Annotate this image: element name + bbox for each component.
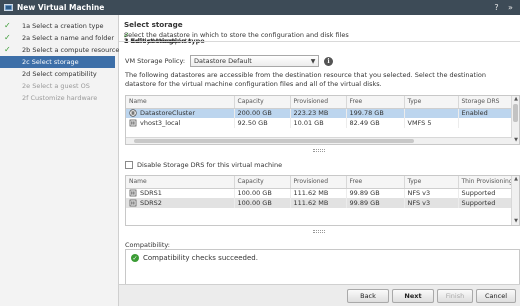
disable-storage-drs-row[interactable]: Disable Storage DRS for this virtual mac… [125,161,282,169]
datastore-name: SDRS2 [140,199,162,207]
vm-icon [4,4,13,11]
step-select-compute-resource[interactable]: ✓ 2b Select a compute resource [0,44,119,56]
column-header-free[interactable]: Free [346,96,405,109]
column-header-thin-provisioning[interactable]: Thin Provisioning [458,176,513,189]
window-title: New Virtual Machine [17,3,105,12]
column-header-free[interactable]: Free [346,176,405,189]
column-header-name[interactable]: Name [126,96,235,109]
datastore-thin-provisioning: Supported [458,198,513,208]
storage-policy-dropdown[interactable]: Datastore Default ▼ [190,55,320,67]
datastore-drs: Enabled [458,108,513,118]
table-row[interactable]: SDRS1 100.00 GB 111.62 MB 99.89 GB NFS v… [126,188,513,198]
column-header-provisioned[interactable]: Provisioned [290,96,347,109]
back-button[interactable]: Back [347,289,389,303]
step-select-compatibility[interactable]: 2d Select compatibility [0,68,118,80]
datastore-cluster-icon [129,109,137,117]
storage-policy-row: VM Storage Policy: Datastore Default ▼ i [125,55,334,67]
horizontal-scrollbar[interactable] [126,137,512,144]
compatibility-label: Compatibility: [125,241,170,249]
datastore-drs [458,118,513,128]
wizard-footer: Back Next Finish Cancel [119,284,520,306]
step-select-a-creation-type[interactable]: ✓ 1a Select a creation type [0,20,118,32]
datastore-table: Name Capacity Provisioned Free Type Stor… [125,95,520,145]
column-header-storage-drs[interactable]: Storage DRS [458,96,513,109]
datastore-icon [129,189,137,197]
checkmark-icon: ✓ [4,45,11,54]
cancel-button[interactable]: Cancel [476,289,516,303]
step-select-guest-os: 2e Select a guest OS [22,82,90,90]
datastore-provisioned: 223.23 MB [290,108,347,118]
datastore-provisioned: 10.01 GB [290,118,347,128]
window-titlebar: New Virtual Machine ? » [0,0,520,15]
info-icon[interactable]: i [324,56,334,66]
disable-storage-drs-checkbox[interactable] [125,161,133,169]
scroll-down-icon[interactable]: ▼ [512,137,519,144]
datastore-icon [129,119,137,127]
splitter-grip[interactable] [313,149,325,152]
step-select-storage[interactable]: 2c Select storage [0,56,115,68]
column-header-type[interactable]: Type [404,96,459,109]
datastore-free: 82.49 GB [346,118,405,128]
compatibility-message: Compatibility checks succeeded. [143,254,258,262]
column-header-provisioned[interactable]: Provisioned [290,176,347,189]
step-customize-hardware: 2f Customize hardware [22,94,98,102]
datastore-provisioned: 111.62 MB [290,198,347,208]
step-select-name-and-folder[interactable]: ✓ 2a Select a name and folder [0,32,118,44]
datastore-free: 99.89 GB [346,188,405,198]
datastore-capacity: 92.50 GB [234,118,291,128]
column-header-capacity[interactable]: Capacity [234,96,291,109]
datastore-capacity: 200.00 GB [234,108,291,118]
table-row[interactable]: SDRS2 100.00 GB 111.62 MB 99.89 GB NFS v… [126,198,513,208]
scroll-down-icon[interactable]: ▼ [512,218,519,225]
column-header-type[interactable]: Type [404,176,459,189]
column-header-name[interactable]: Name [126,176,235,189]
scroll-up-icon[interactable]: ▲ [512,96,519,103]
help-icon[interactable]: ? [491,2,502,13]
datastore-info-text: The following datastores are accessible … [125,71,486,88]
datastore-type [404,108,459,118]
vertical-scrollbar[interactable]: ▲ ▼ [511,96,519,144]
datastore-name: SDRS1 [140,189,162,198]
storage-policy-value: Datastore Default [194,57,252,65]
datastore-free: 199.78 GB [346,108,405,118]
datastore-icon [129,199,137,207]
column-header-capacity[interactable]: Capacity [234,176,291,189]
checkmark-icon: ✓ [4,21,11,30]
disable-storage-drs-label: Disable Storage DRS for this virtual mac… [137,161,283,169]
main-panel: Select storage Select the datastore in w… [119,15,520,295]
wizard-steps-sidebar: ✓ 1 Select creation type ✓ 1a Select a cre… [0,15,205,306]
table-row[interactable]: vhost3_local 92.50 GB 10.01 GB 82.49 GB … [126,118,513,128]
datastore-capacity: 100.00 GB [234,188,291,198]
datastore-free: 99.89 GB [346,198,405,208]
vertical-scrollbar[interactable]: ▲ ▼ [511,176,519,225]
cluster-datastore-table: Name Capacity Provisioned Free Type Thin… [125,175,520,226]
datastore-provisioned: 111.62 MB [290,188,347,198]
datastore-thin-provisioning: Supported [458,188,513,198]
scroll-up-icon[interactable]: ▲ [512,176,519,183]
table-row[interactable]: DatastoreCluster 200.00 GB 223.23 MB 199… [126,108,513,118]
check-circle-icon: ✓ [131,254,139,262]
chevron-down-icon: ▼ [310,57,316,65]
finish-button: Finish [437,289,473,303]
datastore-type: NFS v3 [404,198,459,208]
page-description: Select the datastore in which to store t… [124,31,349,39]
datastore-name: vhost3_local [140,119,181,127]
datastore-type: NFS v3 [404,188,459,198]
storage-policy-label: VM Storage Policy: [125,57,186,65]
header-divider [119,41,520,42]
expand-icon[interactable]: » [505,2,516,13]
scroll-thumb[interactable] [513,104,518,122]
datastore-capacity: 100.00 GB [234,198,291,208]
datastore-name: DatastoreCluster [140,109,196,118]
next-button[interactable]: Next [392,289,434,303]
scroll-thumb[interactable] [134,139,414,143]
page-title: Select storage [124,20,183,29]
checkmark-icon: ✓ [4,33,11,42]
datastore-type: VMFS 5 [404,118,459,128]
splitter-grip[interactable] [313,230,325,233]
